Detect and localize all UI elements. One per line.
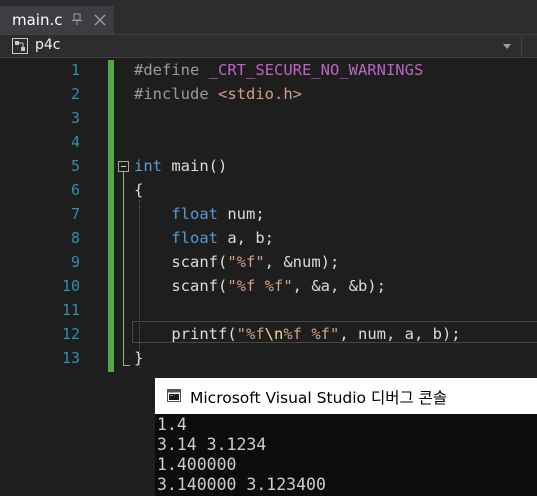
console-line: 3.14 3.1234 xyxy=(157,435,267,454)
line-number: 2 xyxy=(70,85,80,103)
code-text: , num, a, b); xyxy=(339,325,461,343)
macro: _CRT_SECURE_NO_WARNINGS xyxy=(208,61,424,79)
line-number: 5 xyxy=(70,157,80,175)
console-line: 1.400000 xyxy=(157,455,237,474)
code-line-7: float num; xyxy=(134,202,265,226)
code-line-1: #define _CRT_SECURE_NO_WARNINGS xyxy=(134,58,423,82)
open-brace: { xyxy=(134,181,144,199)
change-tracking-bar xyxy=(108,60,114,372)
pin-icon[interactable] xyxy=(71,13,83,26)
document-tab-bar: main.c xyxy=(0,0,537,34)
function-call: scanf( xyxy=(171,253,228,271)
keyword: float xyxy=(171,229,218,247)
console-output[interactable]: 1.4 3.14 3.1234 1.400000 3.140000 3.1234… xyxy=(155,414,537,496)
line-number: 9 xyxy=(70,253,80,271)
code-text: a, b; xyxy=(218,229,274,247)
string-literal: "%f xyxy=(236,325,265,343)
code-line-13: } xyxy=(134,346,143,370)
string-literal: %f %f" xyxy=(283,325,340,343)
console-line: 1.4 xyxy=(157,415,187,434)
code-line-9: scanf("%f", &num); xyxy=(134,250,339,274)
code-text: main() xyxy=(162,157,228,175)
keyword: int xyxy=(134,157,162,175)
escape-sequence: \n xyxy=(264,325,284,343)
project-scope-label: p4c xyxy=(35,37,61,53)
console-icon xyxy=(167,389,181,402)
code-text: , &a, &b); xyxy=(292,277,386,295)
close-brace: } xyxy=(134,349,144,367)
console-title: Microsoft Visual Studio 디버그 콘솔 xyxy=(190,389,448,407)
debug-console-window[interactable]: Microsoft Visual Studio 디버그 콘솔 1.4 3.14 … xyxy=(155,378,537,496)
function-call: printf( xyxy=(171,325,237,343)
navigation-bar: p4c xyxy=(0,34,537,58)
string-literal: "%f" xyxy=(227,253,265,271)
console-line: 3.140000 3.123400 xyxy=(157,475,326,494)
line-number: 13 xyxy=(61,349,80,367)
code-line-12: printf("%f\n%f %f", num, a, b); xyxy=(134,322,461,346)
line-number: 7 xyxy=(70,205,80,223)
line-number: 1 xyxy=(70,61,80,79)
code-text: , &num); xyxy=(264,253,340,271)
line-number: 6 xyxy=(70,181,80,199)
keyword: float xyxy=(171,205,218,223)
code-line-5: int main() xyxy=(134,154,227,178)
line-number: 3 xyxy=(70,109,80,127)
code-text: num; xyxy=(218,205,265,223)
project-scope-icon xyxy=(12,38,28,54)
console-title-bar[interactable]: Microsoft Visual Studio 디버그 콘솔 xyxy=(155,378,537,414)
header-name: <stdio.h> xyxy=(218,85,302,103)
collapse-icon[interactable] xyxy=(118,161,129,172)
code-line-2: #include <stdio.h> xyxy=(134,82,302,106)
string-literal: "%f %f" xyxy=(227,277,293,295)
navbar-divider xyxy=(521,35,522,57)
fold-outline xyxy=(123,172,124,365)
code-line-6: { xyxy=(134,178,143,202)
tab-label: main.c xyxy=(12,11,63,29)
code-line-10: scanf("%f %f", &a, &b); xyxy=(134,274,386,298)
close-icon[interactable] xyxy=(93,13,107,27)
chevron-down-icon[interactable] xyxy=(503,44,511,49)
line-number: 11 xyxy=(61,301,80,319)
directive: #define xyxy=(134,61,200,79)
line-number: 8 xyxy=(70,229,80,247)
code-line-8: float a, b; xyxy=(134,226,274,250)
project-scope-dropdown[interactable] xyxy=(0,35,522,57)
line-number: 4 xyxy=(70,133,80,151)
line-number-gutter: 1 2 3 4 5 6 7 8 9 10 11 12 13 xyxy=(0,58,80,496)
function-call: scanf( xyxy=(171,277,228,295)
line-number: 12 xyxy=(61,325,80,343)
tab-main-c[interactable]: main.c xyxy=(0,6,114,34)
line-number: 10 xyxy=(61,277,80,295)
directive: #include xyxy=(134,85,209,103)
fold-outline-end xyxy=(123,365,130,366)
